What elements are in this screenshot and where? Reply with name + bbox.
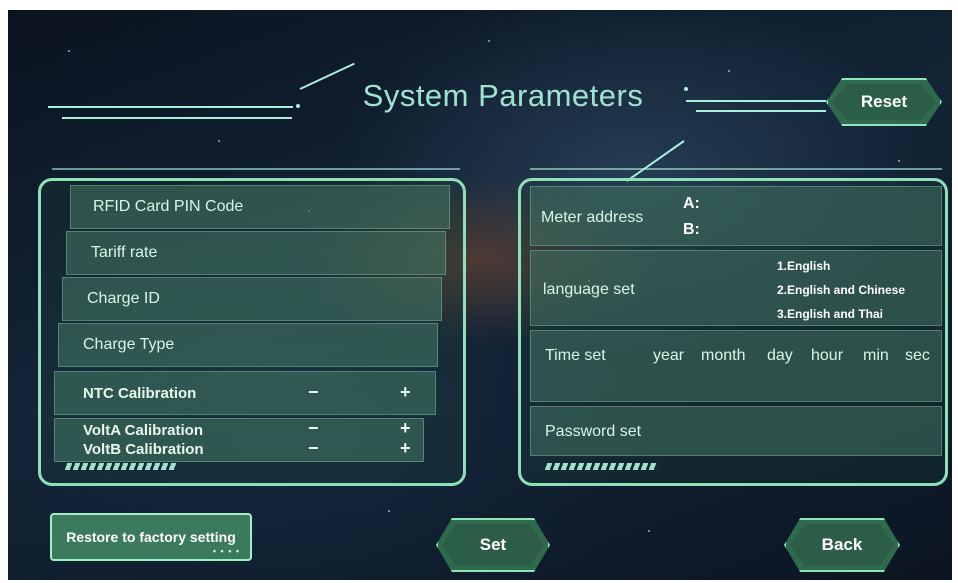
volta-minus-button[interactable]: − xyxy=(308,418,319,439)
star xyxy=(728,70,730,72)
time-day-field[interactable]: day xyxy=(767,347,793,365)
reset-button[interactable]: Reset xyxy=(826,78,942,126)
voltb-minus-button[interactable]: − xyxy=(308,438,319,459)
header-line-left xyxy=(48,106,293,108)
meter-address-row[interactable]: Meter address A: B: xyxy=(530,186,942,246)
ntc-plus-button[interactable]: + xyxy=(400,382,411,403)
language-option-1[interactable]: 1.English xyxy=(777,259,830,273)
reset-button-label: Reset xyxy=(860,92,908,111)
restore-factory-button[interactable]: Restore to factory setting • • • • xyxy=(50,513,252,561)
voltb-plus-button[interactable]: + xyxy=(400,438,411,459)
rfid-row[interactable]: RFID Card PIN Code xyxy=(70,185,450,229)
left-panel-top-line xyxy=(52,168,460,170)
time-hour-field[interactable]: hour xyxy=(811,347,843,365)
charge-id-label: Charge ID xyxy=(87,290,160,307)
time-sec-field[interactable]: sec xyxy=(905,347,930,365)
time-min-field[interactable]: min xyxy=(863,347,889,365)
meter-address-label: Meter address xyxy=(541,209,644,226)
tariff-row[interactable]: Tariff rate xyxy=(66,231,446,275)
header-line-right xyxy=(686,100,826,102)
language-set-row[interactable]: language set 1.English 2.English and Chi… xyxy=(530,250,942,326)
time-year-field[interactable]: year xyxy=(653,347,684,365)
password-set-label: Password set xyxy=(545,423,642,440)
header-dot xyxy=(296,104,300,108)
page-title: System Parameters xyxy=(362,78,644,113)
restore-dots: • • • • xyxy=(212,546,240,556)
tariff-label: Tariff rate xyxy=(91,244,158,261)
address-a-label: A: xyxy=(683,195,700,212)
time-set-label: Time set xyxy=(545,347,606,364)
time-set-row[interactable]: Time set year month day hour min sec xyxy=(530,330,942,402)
password-set-row[interactable]: Password set xyxy=(530,406,942,456)
star xyxy=(898,160,900,162)
back-button-label: Back xyxy=(821,535,863,554)
language-option-2[interactable]: 2.English and Chinese xyxy=(777,283,905,297)
header-line-right-2 xyxy=(696,110,826,112)
rfid-label: RFID Card PIN Code xyxy=(93,198,244,215)
star xyxy=(218,140,220,142)
address-b-label: B: xyxy=(683,221,700,238)
star xyxy=(648,530,650,532)
ntc-calibration-row: NTC Calibration xyxy=(54,371,436,415)
charge-id-row[interactable]: Charge ID xyxy=(62,277,442,321)
ntc-minus-button[interactable]: − xyxy=(308,382,319,403)
volta-calibration-label: VoltA Calibration xyxy=(83,422,203,439)
time-month-field[interactable]: month xyxy=(701,347,745,365)
set-button[interactable]: Set xyxy=(436,518,550,572)
right-panel-top-line xyxy=(530,168,942,170)
charge-type-label: Charge Type xyxy=(83,336,175,353)
header-line-left-2 xyxy=(62,117,292,119)
volt-calibration-row: VoltA Calibration VoltB Calibration xyxy=(54,418,424,462)
charge-type-row[interactable]: Charge Type xyxy=(58,323,438,367)
header-dot xyxy=(684,87,688,91)
star xyxy=(68,50,70,52)
language-set-label: language set xyxy=(543,281,635,298)
right-panel-stripe xyxy=(544,463,660,470)
volta-plus-button[interactable]: + xyxy=(400,418,411,439)
star xyxy=(488,40,490,42)
set-button-label: Set xyxy=(479,535,507,554)
back-button[interactable]: Back xyxy=(784,518,900,572)
star xyxy=(388,510,390,512)
restore-factory-label: Restore to factory setting xyxy=(66,529,236,545)
voltb-calibration-label: VoltB Calibration xyxy=(83,441,204,458)
left-panel-stripe xyxy=(64,463,180,470)
language-option-3[interactable]: 3.English and Thai xyxy=(777,307,883,321)
ntc-calibration-label: NTC Calibration xyxy=(83,384,197,402)
